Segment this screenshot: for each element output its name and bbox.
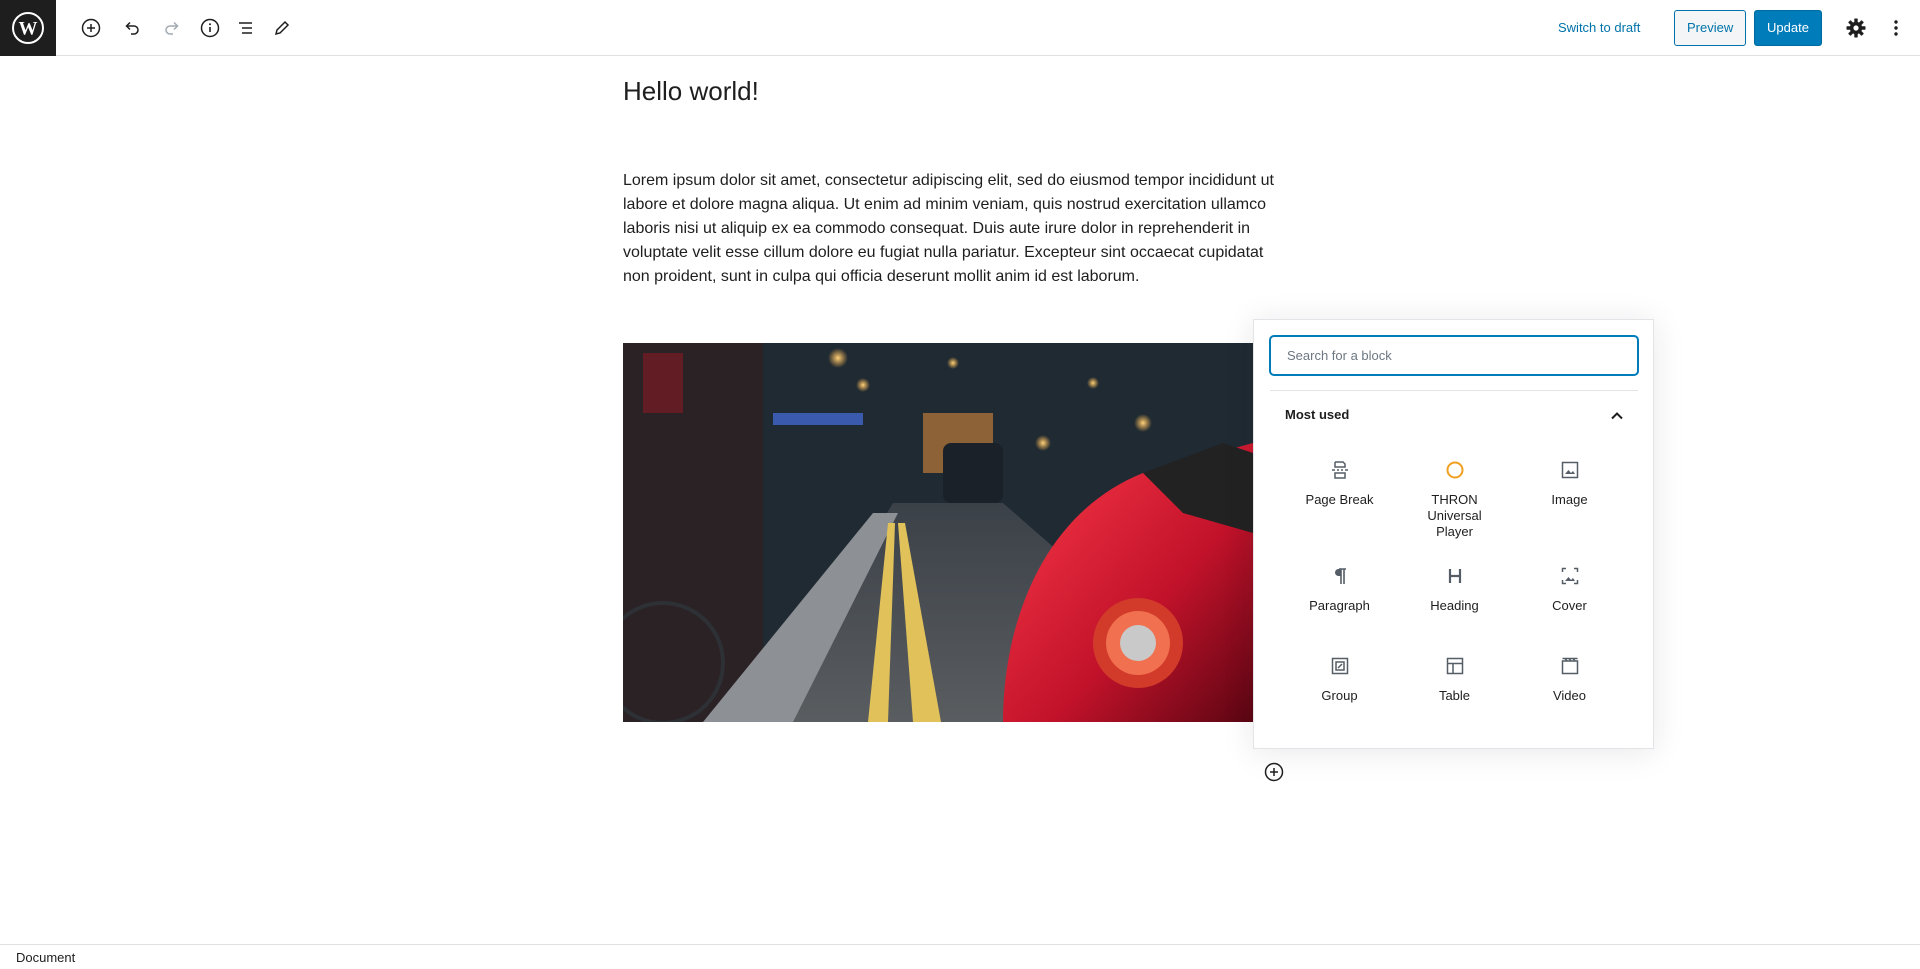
block-inserter-popover: Most used Page Break THRON Universal Pla…	[1253, 319, 1654, 749]
block-item-table[interactable]: Table	[1397, 654, 1512, 704]
block-label: Heading	[1430, 598, 1479, 613]
redo-icon	[165, 21, 179, 35]
update-button[interactable]: Update	[1754, 10, 1822, 46]
chevron-up-icon	[1611, 412, 1623, 420]
thron-player-icon	[1443, 458, 1467, 482]
block-label: Group	[1321, 688, 1358, 703]
undo-icon	[125, 21, 139, 35]
block-item-thron-universal-player[interactable]: THRON Universal Player	[1397, 458, 1512, 540]
heading-icon	[1443, 564, 1467, 588]
block-label: Paragraph	[1309, 598, 1370, 613]
cover-icon	[1558, 564, 1582, 588]
editor-header: W Switch to draft Preview Update	[0, 0, 1920, 56]
block-label: Page Break	[1305, 492, 1374, 507]
block-item-page-break[interactable]: Page Break	[1282, 458, 1397, 508]
street-car-photo	[623, 343, 1253, 722]
breadcrumb-document[interactable]: Document	[16, 950, 75, 965]
appender-add-block-button[interactable]	[1262, 760, 1286, 784]
plus-circle-icon	[81, 18, 101, 38]
table-icon	[1443, 654, 1467, 678]
paragraph-icon	[1328, 564, 1352, 588]
group-icon	[1328, 654, 1352, 678]
redo-button[interactable]	[156, 12, 188, 44]
block-item-group[interactable]: Group	[1282, 654, 1397, 704]
paragraph-block[interactable]: Lorem ipsum dolor sit amet, consectetur …	[623, 169, 1293, 289]
gear-icon	[1846, 18, 1866, 38]
image-block[interactable]	[623, 343, 1253, 722]
wordpress-logo[interactable]: W	[0, 0, 56, 56]
panel-collapse-toggle[interactable]	[1605, 404, 1629, 428]
image-icon	[1558, 458, 1582, 482]
block-item-heading[interactable]: Heading	[1397, 564, 1512, 614]
block-item-image[interactable]: Image	[1512, 458, 1627, 508]
settings-button[interactable]	[1840, 12, 1872, 44]
vertical-ellipsis-icon	[1894, 20, 1898, 36]
most-used-panel-title: Most used	[1285, 407, 1350, 422]
block-label: Table	[1438, 688, 1471, 703]
switch-to-draft-button[interactable]: Switch to draft	[1550, 10, 1648, 46]
info-icon	[200, 18, 220, 38]
block-item-cover[interactable]: Cover	[1512, 564, 1627, 614]
block-label: Image	[1551, 492, 1588, 507]
content-info-button[interactable]	[194, 12, 226, 44]
undo-button[interactable]	[116, 12, 148, 44]
add-block-button[interactable]	[75, 12, 107, 44]
svg-text:W: W	[19, 19, 38, 40]
tools-button[interactable]	[266, 12, 298, 44]
page-break-icon	[1328, 458, 1352, 482]
block-label: Cover	[1552, 598, 1587, 613]
block-navigation-button[interactable]	[230, 12, 262, 44]
divider	[1270, 390, 1638, 391]
post-title[interactable]: Hello world!	[623, 76, 759, 107]
editor-footer: Document	[0, 944, 1920, 969]
block-item-video[interactable]: Video	[1512, 654, 1627, 704]
block-navigation-icon	[239, 22, 252, 34]
pencil-icon	[274, 20, 290, 36]
more-options-button[interactable]	[1880, 12, 1912, 44]
plus-circle-icon	[1264, 762, 1284, 782]
block-search-input[interactable]	[1270, 336, 1638, 375]
video-icon	[1558, 654, 1582, 678]
wordpress-icon: W	[12, 12, 44, 44]
block-label: THRON Universal Player	[1427, 492, 1482, 539]
preview-button[interactable]: Preview	[1674, 10, 1747, 46]
block-item-paragraph[interactable]: Paragraph	[1282, 564, 1397, 614]
block-label: Video	[1552, 688, 1586, 703]
